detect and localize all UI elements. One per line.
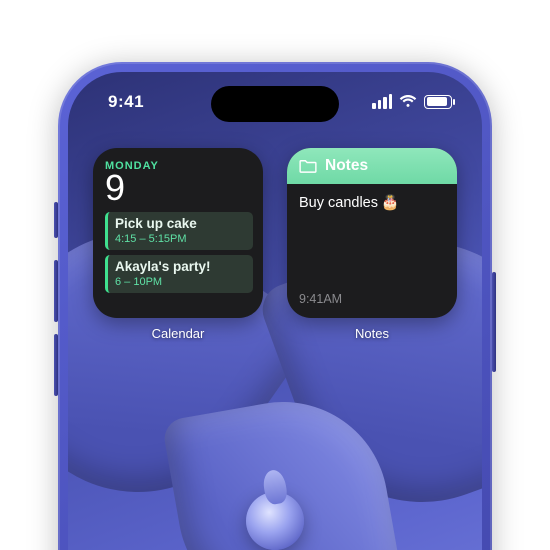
note-content: Buy candles🎂 [299, 194, 445, 211]
cake-emoji: 🎂 [381, 194, 399, 211]
widget-label: Notes [355, 326, 389, 341]
event-title: Pick up cake [115, 216, 245, 232]
calendar-event[interactable]: Akayla's party! 6 – 10PM [105, 255, 253, 293]
wifi-icon [399, 95, 417, 109]
folder-icon [299, 159, 317, 173]
status-time: 9:41 [108, 92, 144, 112]
cellular-signal-icon [372, 94, 392, 109]
volume-up-button[interactable] [54, 260, 58, 322]
notes-header: Notes [287, 148, 457, 184]
status-bar: 9:41 [68, 90, 482, 118]
event-time: 6 – 10PM [115, 276, 245, 289]
event-time: 4:15 – 5:15PM [115, 233, 245, 246]
widget-label: Calendar [152, 326, 205, 341]
side-button[interactable] [492, 272, 496, 372]
notes-header-title: Notes [325, 157, 368, 175]
calendar-day-number: 9 [105, 170, 253, 206]
wallpaper-flower-bud [246, 492, 304, 550]
volume-down-button[interactable] [54, 334, 58, 396]
notes-widget[interactable]: Notes Buy candles🎂 9:41AM [287, 148, 457, 318]
calendar-event[interactable]: Pick up cake 4:15 – 5:15PM [105, 212, 253, 250]
phone-screen: 9:41 MONDAY 9 Pick up cake [68, 72, 482, 550]
calendar-widget[interactable]: MONDAY 9 Pick up cake 4:15 – 5:15PM Akay… [93, 148, 263, 318]
note-timestamp: 9:41AM [299, 292, 342, 306]
battery-icon [424, 95, 452, 109]
phone-frame: 9:41 MONDAY 9 Pick up cake [58, 62, 492, 550]
ringer-switch[interactable] [54, 202, 58, 238]
event-title: Akayla's party! [115, 259, 245, 275]
